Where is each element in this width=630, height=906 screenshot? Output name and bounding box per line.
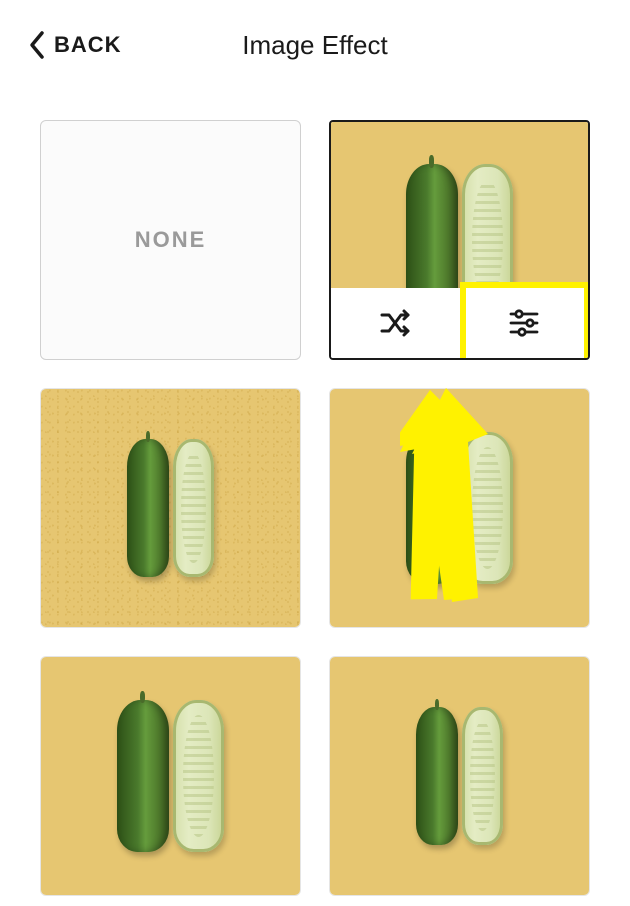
effect-tile[interactable] [40,656,301,896]
effect-thumbnail [41,389,300,627]
effect-thumbnail [330,389,589,627]
cucumber-image [41,389,300,627]
effects-grid: NONE [40,120,590,896]
effect-thumbnail [330,657,589,895]
effect-tile[interactable] [329,388,590,628]
cucumber-image [330,389,589,627]
cucumber-image [41,657,300,895]
effect-thumbnail [41,657,300,895]
cucumber-image [330,657,589,895]
shuffle-button[interactable] [331,288,460,358]
page-title: Image Effect [242,30,388,61]
effect-toolbar [331,288,588,358]
effect-thumbnail [331,122,588,288]
back-label: BACK [54,32,122,58]
header: BACK Image Effect [0,0,630,90]
effect-tile-none[interactable]: NONE [40,120,301,360]
adjust-settings-button[interactable] [460,288,589,358]
effect-none-label: NONE [135,227,207,253]
shuffle-icon [377,305,413,341]
effect-tile[interactable] [40,388,301,628]
effect-tile[interactable] [329,656,590,896]
effects-scroll-area[interactable]: NONE [0,90,630,906]
chevron-left-icon [28,30,46,60]
back-button[interactable]: BACK [28,30,122,60]
effect-tile-selected[interactable] [329,120,590,360]
sliders-icon [506,305,542,341]
